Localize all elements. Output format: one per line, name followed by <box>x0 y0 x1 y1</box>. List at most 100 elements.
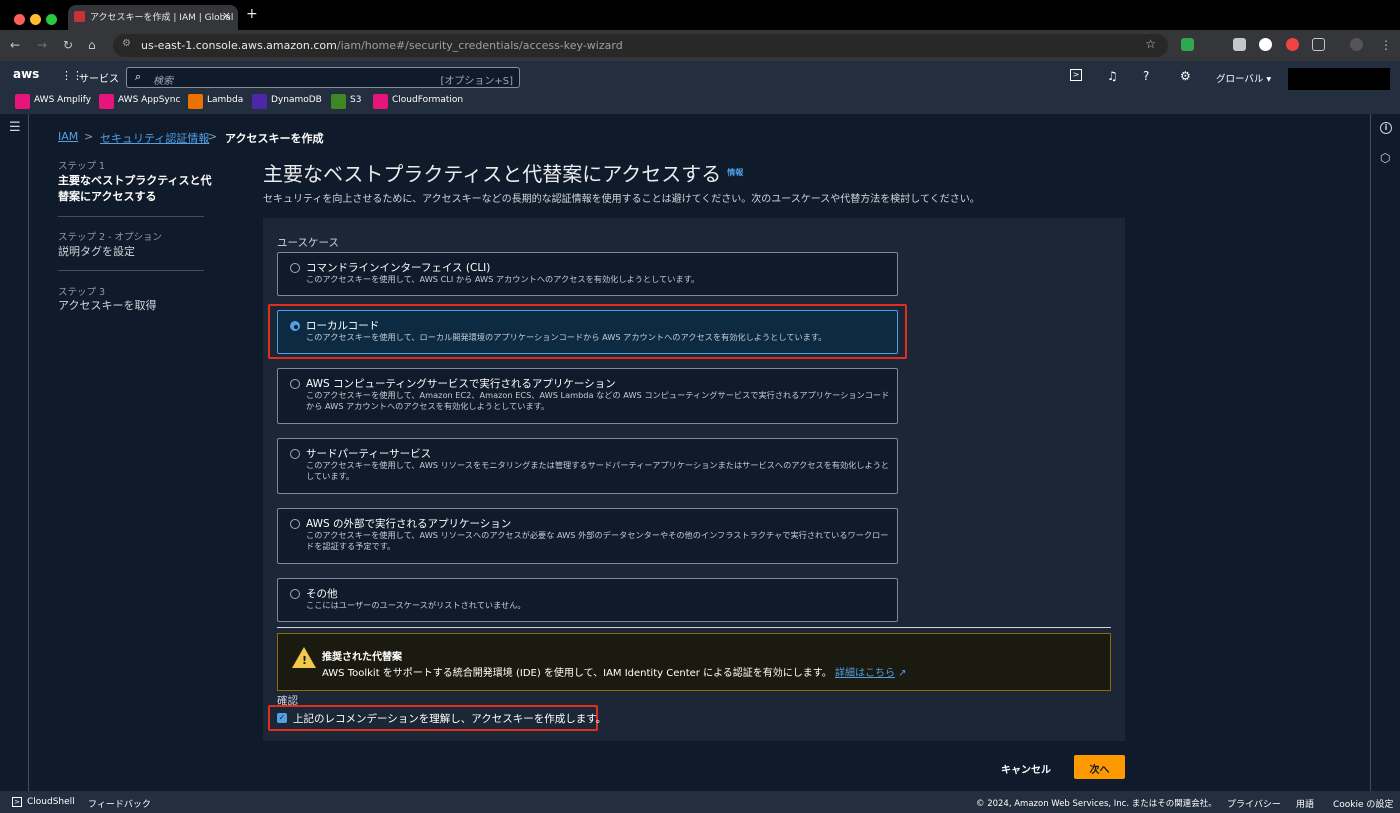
breadcrumb-iam[interactable]: IAM <box>58 130 78 143</box>
terms-link[interactable]: 用語 <box>1296 797 1314 810</box>
search-input[interactable]: ⌕ 検索 [オプション+S] <box>126 67 520 88</box>
profile-avatar[interactable] <box>1350 38 1363 51</box>
option-aws-compute[interactable]: AWS コンピューティングサービスで実行されるアプリケーション このアクセスキー… <box>277 368 898 424</box>
cloudformation-icon <box>373 94 388 109</box>
settings-gear-icon[interactable]: ⚙ <box>1180 69 1191 83</box>
option-other[interactable]: その他 ここにはユーザーのユースケースがリストされていません。 <box>277 578 898 622</box>
option-outside-aws[interactable]: AWS の外部で実行されるアプリケーション このアクセスキーを使用して、AWS … <box>277 508 898 564</box>
favorite-amplify[interactable]: AWS Amplify <box>15 94 91 109</box>
favorites-bar: AWS Amplify AWS AppSync Lambda DynamoDB … <box>0 91 1400 114</box>
radio-third-party[interactable] <box>290 449 300 459</box>
page-description: セキュリティを向上させるために、アクセスキーなどの長期的な認証情報を使用すること… <box>263 194 980 205</box>
cookie-settings-link[interactable]: Cookie の設定 <box>1333 797 1393 810</box>
back-icon[interactable]: ← <box>10 38 20 52</box>
favorite-lambda[interactable]: Lambda <box>188 94 243 109</box>
learn-more-link[interactable]: 詳細はこちら <box>835 668 895 679</box>
amplify-icon <box>15 94 30 109</box>
maximize-window-button[interactable] <box>46 14 57 25</box>
browser-tab-strip: アクセスキーを作成 | IAM | Global × + <box>0 0 1400 30</box>
lambda-icon <box>188 94 203 109</box>
option-title: その他 <box>306 588 338 600</box>
option-description: このアクセスキーを使用して、AWS リソースへのアクセスが必要な AWS 外部の… <box>306 530 889 551</box>
window-controls <box>14 10 62 29</box>
hamburger-menu-icon[interactable]: ☰ <box>9 120 21 135</box>
browser-menu-icon[interactable]: ⋮ <box>1380 38 1392 52</box>
color-extension-icon[interactable] <box>1286 38 1299 51</box>
breadcrumb-security-credentials[interactable]: セキュリティ認証情報 <box>100 130 209 146</box>
download-extension-icon[interactable] <box>1233 38 1246 51</box>
forward-icon[interactable]: → <box>37 38 47 52</box>
confirm-checkbox-label[interactable]: 上記のレコメンデーションを理解し、アクセスキーを作成します。 <box>293 711 606 726</box>
right-rail: i ⬡ <box>1370 114 1400 791</box>
iam-favicon-icon <box>74 11 85 22</box>
radio-local-code[interactable] <box>290 321 300 331</box>
search-icon: ⌕ <box>135 70 142 83</box>
account-menu[interactable] <box>1288 68 1390 90</box>
favorite-cloudformation[interactable]: CloudFormation <box>373 94 463 109</box>
step-1-number: ステップ 1 <box>58 161 106 172</box>
browser-tab[interactable]: アクセスキーを作成 | IAM | Global × <box>68 5 238 30</box>
site-info-icon[interactable]: ⚙ <box>122 38 131 49</box>
close-window-button[interactable] <box>14 14 25 25</box>
record-extension-icon[interactable] <box>1259 38 1272 51</box>
services-menu[interactable]: サービス <box>79 70 119 85</box>
option-title: コマンドラインインターフェイス (CLI) <box>306 262 491 274</box>
step-divider <box>58 270 204 271</box>
radio-cli[interactable] <box>290 263 300 273</box>
help-icon[interactable]: ? <box>1143 69 1149 83</box>
step-divider <box>58 216 204 217</box>
left-rail: ☰ <box>0 114 29 791</box>
cloudshell-footer-icon[interactable]: > <box>12 797 22 807</box>
search-shortcut: [オプション+S] <box>440 76 513 87</box>
info-link[interactable]: 情報 <box>727 168 743 177</box>
option-description: このアクセスキーを使用して、AWS リソースをモニタリングまたは管理するサードパ… <box>306 460 890 481</box>
hexagon-icon[interactable]: ⬡ <box>1380 151 1390 165</box>
cancel-button[interactable]: キャンセル <box>1001 761 1051 776</box>
radio-outside-aws[interactable] <box>290 519 300 529</box>
section-divider <box>277 627 1111 628</box>
region-selector[interactable]: グローバル ▾ <box>1216 71 1271 85</box>
info-panel-icon[interactable]: i <box>1380 122 1392 134</box>
shield-extension-icon[interactable] <box>1181 38 1194 51</box>
puzzle-extension-icon[interactable] <box>1312 38 1325 51</box>
dynamodb-icon <box>252 94 267 109</box>
notifications-bell-icon[interactable]: ♫ <box>1107 69 1118 83</box>
radio-other[interactable] <box>290 589 300 599</box>
radio-aws-compute[interactable] <box>290 379 300 389</box>
breadcrumb-current: アクセスキーを作成 <box>225 132 324 145</box>
step-2-label: 説明タグを設定 <box>58 245 135 258</box>
privacy-link[interactable]: プライバシー <box>1227 797 1281 810</box>
alert-title: 推奨された代替案 <box>322 652 402 663</box>
favorite-dynamodb[interactable]: DynamoDB <box>252 94 322 109</box>
option-description: ここにはユーザーのユースケースがリストされていません。 <box>306 600 526 610</box>
step-3-label: アクセスキーを取得 <box>58 299 157 312</box>
new-tab-button[interactable]: + <box>246 6 258 22</box>
option-description: このアクセスキーを使用して、ローカル開発環境のアプリケーションコードから AWS… <box>306 332 827 342</box>
close-tab-icon[interactable]: × <box>222 9 231 22</box>
next-button[interactable]: 次へ <box>1074 755 1125 779</box>
option-local-code[interactable]: ローカルコード このアクセスキーを使用して、ローカル開発環境のアプリケーションコ… <box>277 310 898 354</box>
aws-logo[interactable]: aws <box>13 67 39 81</box>
option-title: AWS コンピューティングサービスで実行されるアプリケーション <box>306 378 616 390</box>
option-title: サードパーティーサービス <box>306 448 432 460</box>
step-1-label: 主要なベストプラクティスと代 替案にアクセスする <box>58 174 212 203</box>
step-3-number: ステップ 3 <box>58 287 106 298</box>
feedback-link[interactable]: フィードバック <box>88 797 151 810</box>
confirm-checkbox[interactable]: ✓ <box>277 713 287 723</box>
alert-description: AWS Toolkit をサポートする統合開発環境 (IDE) を使用して、IA… <box>322 668 907 679</box>
favorite-s3[interactable]: S3 <box>331 94 361 109</box>
option-description: このアクセスキーを使用して、AWS CLI から AWS アカウントへのアクセス… <box>306 274 700 284</box>
cloudshell-icon[interactable]: > <box>1070 69 1082 81</box>
minimize-window-button[interactable] <box>30 14 41 25</box>
use-case-label: ユースケース <box>277 237 339 249</box>
home-icon[interactable]: ⌂ <box>88 38 96 52</box>
bookmark-star-icon[interactable]: ☆ <box>1145 37 1156 51</box>
option-cli[interactable]: コマンドラインインターフェイス (CLI) このアクセスキーを使用して、AWS … <box>277 252 898 296</box>
option-third-party[interactable]: サードパーティーサービス このアクセスキーを使用して、AWS リソースをモニタリ… <box>277 438 898 494</box>
address-bar[interactable]: ⚙ us-east-1.console.aws.amazon.com/iam/h… <box>113 34 1168 57</box>
s3-icon <box>331 94 346 109</box>
favorite-appsync[interactable]: AWS AppSync <box>99 94 180 109</box>
external-link-icon: ↗ <box>898 668 907 679</box>
cloudshell-link[interactable]: CloudShell <box>27 797 75 807</box>
reload-icon[interactable]: ↻ <box>63 38 73 52</box>
